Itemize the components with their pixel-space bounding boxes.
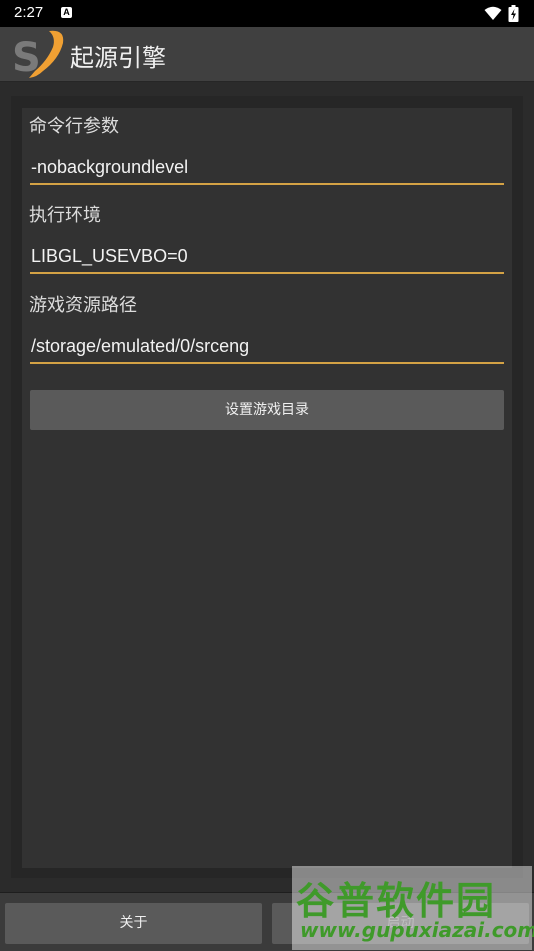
wifi-icon [484, 6, 502, 20]
app-title: 起源引擎 [70, 44, 166, 72]
game-path-value: /storage/emulated/0/srceng [31, 336, 250, 356]
game-path-label: 游戏资源路径 [29, 295, 137, 316]
about-button[interactable]: 关于 [5, 903, 262, 944]
notification-icon: A [61, 7, 72, 18]
battery-icon [508, 5, 519, 22]
env-label: 执行环境 [29, 205, 101, 226]
watermark: 谷普软件园 www.gupuxiazai.com [292, 866, 534, 950]
cmd-args-value: -nobackgroundlevel [31, 157, 189, 177]
env-value: LIBGL_USEVBO=0 [31, 246, 188, 266]
status-time: 2:27 [14, 4, 44, 21]
set-game-directory-button[interactable]: 设置游戏目录 [30, 390, 504, 430]
cmd-args-label: 命令行参数 [29, 116, 119, 137]
game-path-input[interactable]: /storage/emulated/0/srceng [30, 332, 504, 364]
env-input[interactable]: LIBGL_USEVBO=0 [30, 242, 504, 274]
source-engine-logo-icon: S [12, 30, 64, 79]
app-bar: S 起源引擎 [0, 27, 534, 82]
watermark-text: 谷普软件园 [296, 879, 497, 923]
status-bar: 2:27 A [0, 0, 534, 27]
watermark-url: www.gupuxiazai.com [300, 918, 534, 942]
cmd-args-input[interactable]: -nobackgroundlevel [30, 153, 504, 185]
svg-text:S: S [12, 35, 41, 79]
